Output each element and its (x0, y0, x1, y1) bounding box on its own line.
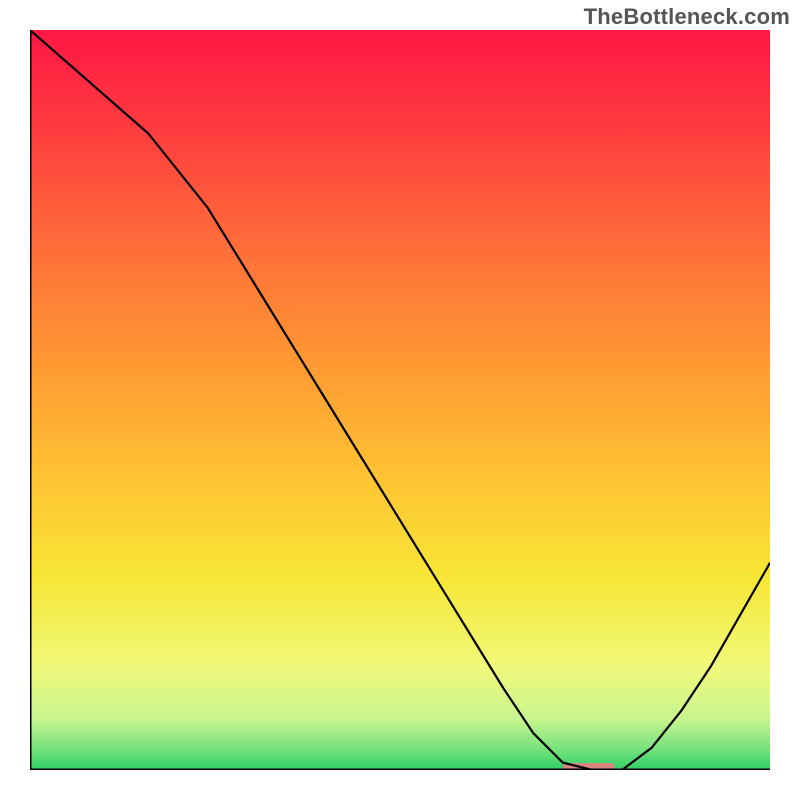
watermark-text: TheBottleneck.com (584, 4, 790, 30)
chart-container: TheBottleneck.com (0, 0, 800, 800)
chart-svg (30, 30, 770, 770)
gradient-background (30, 30, 770, 770)
plot-area (30, 30, 770, 770)
